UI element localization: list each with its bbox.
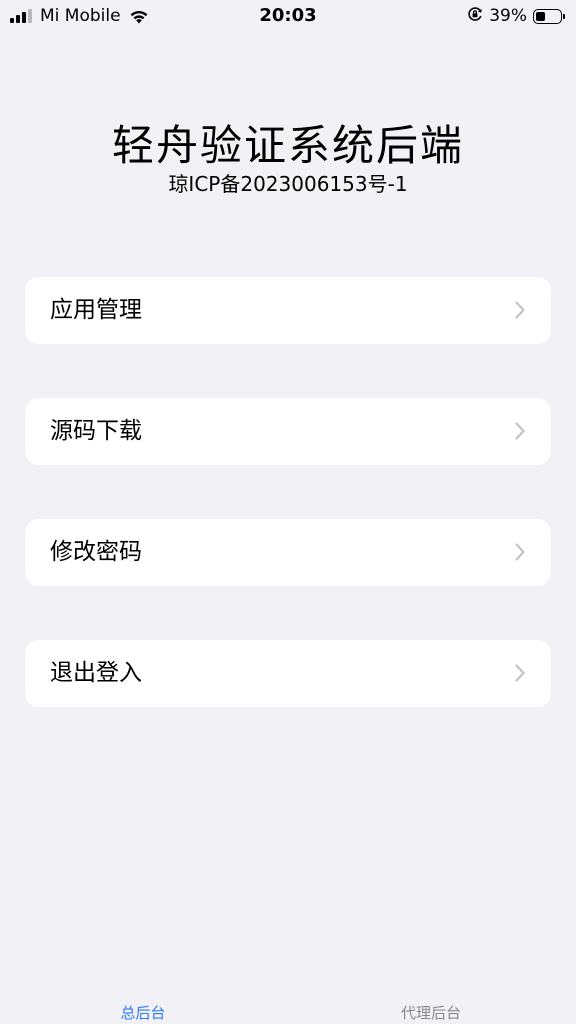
tab-main-backend[interactable]: 总后台: [73, 1002, 213, 1023]
menu-item-change-password[interactable]: 修改密码: [25, 519, 551, 586]
menu-item-label: 退出登入: [50, 660, 142, 686]
menu-item-label: 应用管理: [50, 297, 142, 323]
menu-item-app-management[interactable]: 应用管理: [25, 277, 551, 344]
status-bar: Mi Mobile 20:03 39%: [0, 0, 576, 34]
tab-agent-backend[interactable]: 代理后台: [361, 1002, 501, 1023]
battery-percent: 39%: [489, 6, 527, 26]
battery-level-fill: [536, 11, 545, 21]
menu-item-label: 源码下载: [50, 418, 142, 444]
chevron-right-icon: [515, 543, 525, 561]
battery-icon: [533, 8, 565, 24]
menu-item-logout[interactable]: 退出登入: [25, 640, 551, 707]
chevron-right-icon: [515, 664, 525, 682]
icp-record-number: 琼ICP备2023006153号-1: [168, 172, 408, 196]
page-title: 轻舟验证系统后端: [111, 121, 464, 170]
menu-item-label: 修改密码: [50, 539, 142, 565]
chevron-right-icon: [515, 422, 525, 440]
chevron-right-icon: [515, 301, 525, 319]
status-right: 39%: [467, 6, 565, 27]
menu-item-source-download[interactable]: 源码下载: [25, 398, 551, 465]
orientation-lock-icon: [467, 6, 483, 27]
